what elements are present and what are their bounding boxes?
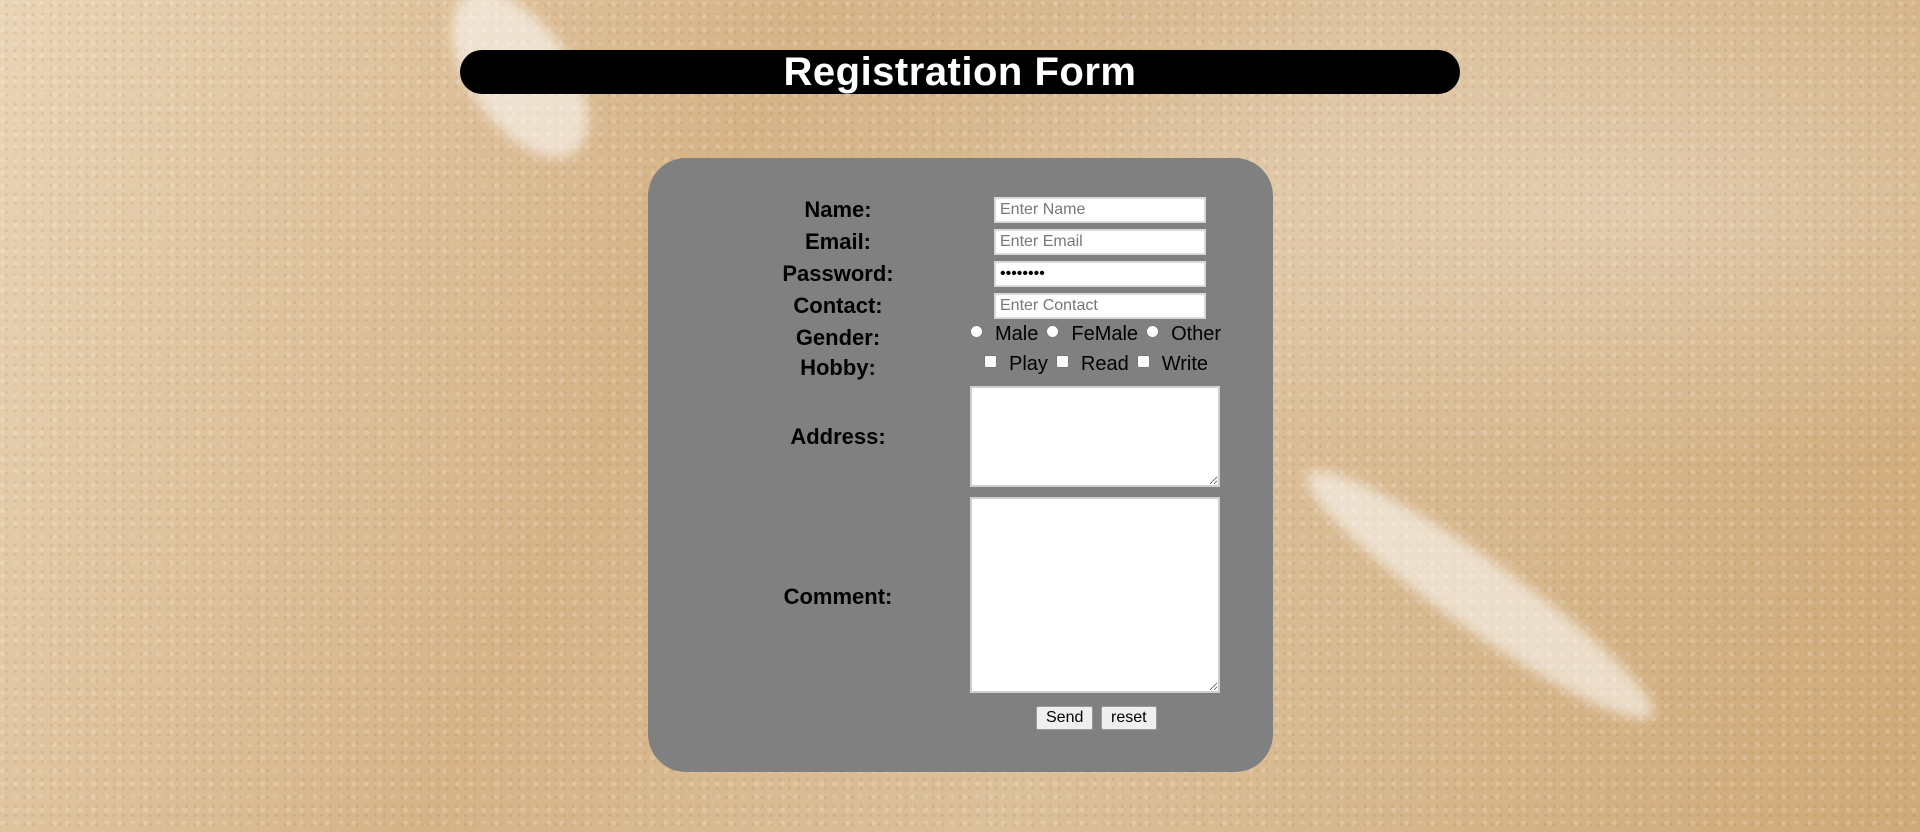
name-field[interactable] [994, 197, 1206, 223]
hobby-option-label: Read [1080, 353, 1129, 375]
send-button[interactable]: Send [1036, 706, 1094, 730]
hobby-label: Hobby: [800, 355, 876, 380]
email-field[interactable] [994, 229, 1206, 255]
hobby-checkbox-play[interactable] [984, 355, 997, 368]
contact-label: Contact: [793, 293, 883, 318]
hobby-option-label: Write [1161, 353, 1209, 375]
gender-radio-other[interactable] [1146, 325, 1160, 338]
password-field[interactable] [994, 261, 1206, 287]
gender-option-label: FeMale [1071, 323, 1139, 345]
background-wave [1287, 445, 1673, 745]
hobby-checkbox-write[interactable] [1136, 355, 1150, 368]
hobby-option-label: Play [1009, 353, 1048, 375]
gender-option-female[interactable]: FeMale [1046, 323, 1138, 346]
gender-option-label: Male [995, 323, 1039, 345]
email-label: Email: [804, 229, 872, 254]
gender-radio-male[interactable] [970, 325, 983, 338]
page-title: Registration Form [783, 49, 1137, 94]
gender-option-label: Other [1171, 323, 1222, 345]
hobby-option-write[interactable]: Write [1136, 353, 1209, 376]
name-label: Name: [804, 197, 872, 222]
gender-option-other[interactable]: Other [1146, 323, 1221, 346]
address-textarea[interactable] [970, 386, 1220, 487]
gender-label: Gender: [795, 325, 881, 350]
gender-options: Male FeMale Other [970, 323, 1229, 346]
hobby-checkbox-read[interactable] [1055, 355, 1069, 368]
address-label: Address: [790, 424, 886, 449]
password-label: Password: [782, 261, 894, 286]
hobby-option-play[interactable]: Play [984, 353, 1048, 376]
hobby-options: Play Read Write [984, 353, 1216, 376]
comment-label: Comment: [783, 584, 893, 609]
contact-field[interactable] [994, 293, 1206, 319]
registration-form: Name: Email: Password: Contact: Gender: … [648, 158, 1273, 772]
comment-textarea[interactable] [970, 497, 1220, 693]
hobby-option-read[interactable]: Read [1055, 353, 1129, 376]
gender-radio-female[interactable] [1046, 325, 1060, 338]
reset-button[interactable]: reset [1101, 706, 1157, 730]
title-bar: Registration Form [460, 50, 1460, 94]
gender-option-male[interactable]: Male [970, 323, 1038, 346]
